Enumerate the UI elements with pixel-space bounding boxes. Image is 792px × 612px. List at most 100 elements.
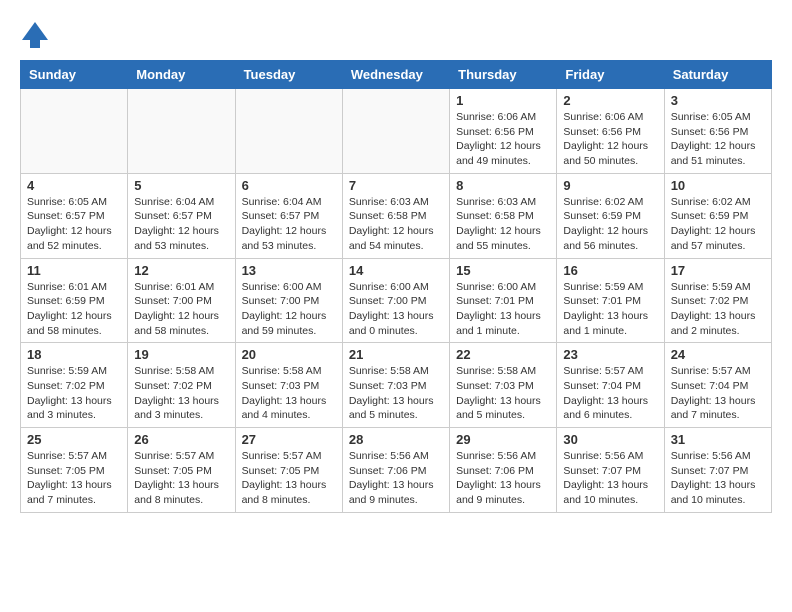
day-number: 30	[563, 432, 657, 447]
day-number: 20	[242, 347, 336, 362]
column-header-saturday: Saturday	[664, 61, 771, 89]
day-number: 29	[456, 432, 550, 447]
column-header-thursday: Thursday	[450, 61, 557, 89]
calendar-week-1: 1 Sunrise: 6:06 AM Sunset: 6:56 PM Daylig…	[21, 89, 772, 174]
calendar-cell: 23 Sunrise: 5:57 AM Sunset: 7:04 PM Dayli…	[557, 343, 664, 428]
day-number: 22	[456, 347, 550, 362]
day-info: Sunrise: 5:57 AM Sunset: 7:05 PM Dayligh…	[134, 449, 228, 508]
day-info: Sunrise: 5:57 AM Sunset: 7:05 PM Dayligh…	[27, 449, 121, 508]
day-info: Sunrise: 6:05 AM Sunset: 6:57 PM Dayligh…	[27, 195, 121, 254]
calendar-cell: 25Sunrise: 5:57 AM Sunset: 7:05 PM Dayli…	[21, 428, 128, 513]
day-info: Sunrise: 6:04 AM Sunset: 6:57 PM Dayligh…	[134, 195, 228, 254]
day-number: 12	[134, 263, 228, 278]
day-info: Sunrise: 6:05 AM Sunset: 6:56 PM Dayligh…	[671, 110, 765, 169]
day-info: Sunrise: 5:58 AM Sunset: 7:03 PM Dayligh…	[242, 364, 336, 423]
day-number: 6	[242, 178, 336, 193]
day-info: Sunrise: 5:59 AM Sunset: 7:02 PM Dayligh…	[27, 364, 121, 423]
calendar-cell: 3Sunrise: 6:05 AM Sunset: 6:56 PM Daylig…	[664, 89, 771, 174]
day-number: 21	[349, 347, 443, 362]
day-info: Sunrise: 6:02 AM Sunset: 6:59 PM Dayligh…	[671, 195, 765, 254]
calendar-table: SundayMondayTuesdayWednesdayThursdayFrid…	[20, 60, 772, 513]
day-info: Sunrise: 6:06 AM Sunset: 6:56 PM Dayligh…	[456, 110, 550, 169]
column-header-sunday: Sunday	[21, 61, 128, 89]
calendar-cell: 16Sunrise: 5:59 AM Sunset: 7:01 PM Dayli…	[557, 258, 664, 343]
day-info: Sunrise: 5:59 AM Sunset: 7:02 PM Dayligh…	[671, 280, 765, 339]
day-info: Sunrise: 6:06 AM Sunset: 6:56 PM Dayligh…	[563, 110, 657, 169]
calendar-cell: 31Sunrise: 5:56 AM Sunset: 7:07 PM Dayli…	[664, 428, 771, 513]
day-number: 24	[671, 347, 765, 362]
day-info: Sunrise: 5:58 AM Sunset: 7:03 PM Dayligh…	[456, 364, 550, 423]
calendar-cell: 21 Sunrise: 5:58 AM Sunset: 7:03 PM Dayli…	[342, 343, 449, 428]
day-info: Sunrise: 5:56 AM Sunset: 7:07 PM Dayligh…	[563, 449, 657, 508]
calendar-cell: 13 Sunrise: 6:00 AM Sunset: 7:00 PM Dayli…	[235, 258, 342, 343]
calendar-cell: 19 Sunrise: 5:58 AM Sunset: 7:02 PM Dayli…	[128, 343, 235, 428]
calendar-cell: 20 Sunrise: 5:58 AM Sunset: 7:03 PM Dayli…	[235, 343, 342, 428]
calendar-cell: 4 Sunrise: 6:05 AM Sunset: 6:57 PM Daylig…	[21, 173, 128, 258]
calendar-week-4: 18 Sunrise: 5:59 AM Sunset: 7:02 PM Dayli…	[21, 343, 772, 428]
day-number: 23	[563, 347, 657, 362]
day-info: Sunrise: 6:02 AM Sunset: 6:59 PM Dayligh…	[563, 195, 657, 254]
day-info: Sunrise: 5:56 AM Sunset: 7:06 PM Dayligh…	[456, 449, 550, 508]
day-number: 2	[563, 93, 657, 108]
calendar-week-5: 25Sunrise: 5:57 AM Sunset: 7:05 PM Dayli…	[21, 428, 772, 513]
calendar-cell: 15 Sunrise: 6:00 AM Sunset: 7:01 PM Dayli…	[450, 258, 557, 343]
calendar-cell: 17 Sunrise: 5:59 AM Sunset: 7:02 PM Dayli…	[664, 258, 771, 343]
calendar-cell: 24 Sunrise: 5:57 AM Sunset: 7:04 PM Dayli…	[664, 343, 771, 428]
calendar-cell: 14 Sunrise: 6:00 AM Sunset: 7:00 PM Dayli…	[342, 258, 449, 343]
day-number: 14	[349, 263, 443, 278]
day-info: Sunrise: 5:59 AM Sunset: 7:01 PM Dayligh…	[563, 280, 657, 339]
calendar-week-3: 11Sunrise: 6:01 AM Sunset: 6:59 PM Dayli…	[21, 258, 772, 343]
day-number: 13	[242, 263, 336, 278]
day-number: 5	[134, 178, 228, 193]
calendar-header-row: SundayMondayTuesdayWednesdayThursdayFrid…	[21, 61, 772, 89]
calendar-cell: 2 Sunrise: 6:06 AM Sunset: 6:56 PM Daylig…	[557, 89, 664, 174]
day-info: Sunrise: 5:57 AM Sunset: 7:04 PM Dayligh…	[563, 364, 657, 423]
logo	[20, 20, 54, 50]
calendar-cell: 9 Sunrise: 6:02 AM Sunset: 6:59 PM Daylig…	[557, 173, 664, 258]
day-number: 8	[456, 178, 550, 193]
day-info: Sunrise: 5:56 AM Sunset: 7:06 PM Dayligh…	[349, 449, 443, 508]
column-header-wednesday: Wednesday	[342, 61, 449, 89]
logo-icon	[20, 20, 50, 50]
day-number: 4	[27, 178, 121, 193]
calendar-cell: 12Sunrise: 6:01 AM Sunset: 7:00 PM Dayli…	[128, 258, 235, 343]
calendar-cell	[128, 89, 235, 174]
day-number: 9	[563, 178, 657, 193]
calendar-cell: 11Sunrise: 6:01 AM Sunset: 6:59 PM Dayli…	[21, 258, 128, 343]
calendar-cell	[21, 89, 128, 174]
day-info: Sunrise: 5:58 AM Sunset: 7:02 PM Dayligh…	[134, 364, 228, 423]
day-info: Sunrise: 5:57 AM Sunset: 7:05 PM Dayligh…	[242, 449, 336, 508]
day-number: 19	[134, 347, 228, 362]
day-number: 17	[671, 263, 765, 278]
day-number: 26	[134, 432, 228, 447]
day-number: 18	[27, 347, 121, 362]
day-number: 1	[456, 93, 550, 108]
day-number: 28	[349, 432, 443, 447]
column-header-friday: Friday	[557, 61, 664, 89]
day-info: Sunrise: 5:58 AM Sunset: 7:03 PM Dayligh…	[349, 364, 443, 423]
day-number: 10	[671, 178, 765, 193]
calendar-cell: 5 Sunrise: 6:04 AM Sunset: 6:57 PM Daylig…	[128, 173, 235, 258]
calendar-cell: 22 Sunrise: 5:58 AM Sunset: 7:03 PM Dayli…	[450, 343, 557, 428]
day-number: 27	[242, 432, 336, 447]
calendar-week-2: 4 Sunrise: 6:05 AM Sunset: 6:57 PM Daylig…	[21, 173, 772, 258]
day-info: Sunrise: 5:56 AM Sunset: 7:07 PM Dayligh…	[671, 449, 765, 508]
calendar-cell: 26 Sunrise: 5:57 AM Sunset: 7:05 PM Dayli…	[128, 428, 235, 513]
calendar-cell: 7Sunrise: 6:03 AM Sunset: 6:58 PM Daylig…	[342, 173, 449, 258]
day-info: Sunrise: 6:00 AM Sunset: 7:01 PM Dayligh…	[456, 280, 550, 339]
day-number: 7	[349, 178, 443, 193]
calendar-cell	[342, 89, 449, 174]
page-header	[20, 20, 772, 50]
calendar-cell: 1 Sunrise: 6:06 AM Sunset: 6:56 PM Daylig…	[450, 89, 557, 174]
day-info: Sunrise: 6:01 AM Sunset: 6:59 PM Dayligh…	[27, 280, 121, 339]
calendar-cell: 30 Sunrise: 5:56 AM Sunset: 7:07 PM Dayli…	[557, 428, 664, 513]
calendar-cell: 27 Sunrise: 5:57 AM Sunset: 7:05 PM Dayli…	[235, 428, 342, 513]
calendar-cell	[235, 89, 342, 174]
day-number: 15	[456, 263, 550, 278]
day-info: Sunrise: 6:00 AM Sunset: 7:00 PM Dayligh…	[242, 280, 336, 339]
calendar-cell: 18 Sunrise: 5:59 AM Sunset: 7:02 PM Dayli…	[21, 343, 128, 428]
day-info: Sunrise: 5:57 AM Sunset: 7:04 PM Dayligh…	[671, 364, 765, 423]
column-header-tuesday: Tuesday	[235, 61, 342, 89]
calendar-cell: 10 Sunrise: 6:02 AM Sunset: 6:59 PM Dayli…	[664, 173, 771, 258]
day-info: Sunrise: 6:00 AM Sunset: 7:00 PM Dayligh…	[349, 280, 443, 339]
